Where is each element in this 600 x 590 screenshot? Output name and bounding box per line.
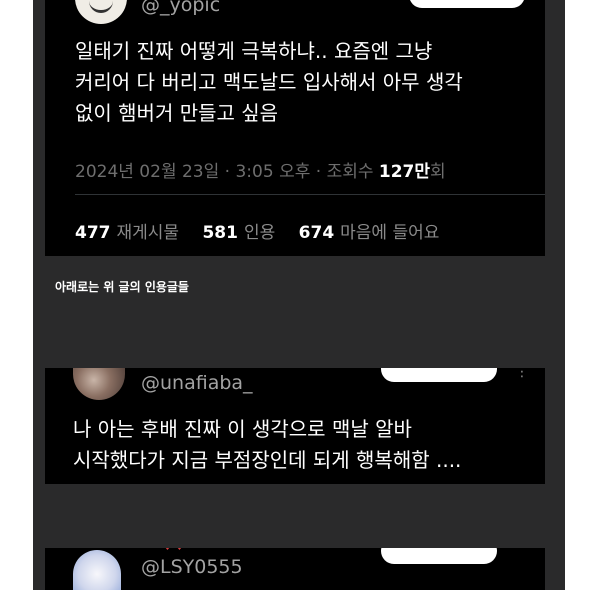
follow-button[interactable] (381, 548, 497, 564)
reposts-stat[interactable]: 477 재게시물 (75, 223, 179, 243)
post-text: 일태기 진짜 어떻게 극복하냐.. 요즘엔 그냥 커리어 다 버리고 맥도날드 … (75, 39, 463, 125)
follow-button[interactable] (381, 368, 497, 382)
original-post-card: @_yopic 일태기 진짜 어떻게 극복하냐.. 요즘엔 그냥 커리어 다 버… (45, 0, 545, 256)
quote-post-card[interactable]: ♥♥ ♥♥ @LSY0555 (45, 548, 545, 590)
post-time: 3:05 오후 (235, 162, 311, 182)
meta-separator: · (224, 162, 231, 182)
avatar[interactable] (73, 550, 121, 590)
screenshot-frame: @_yopic 일태기 진짜 어떻게 극복하냐.. 요즘엔 그냥 커리어 다 버… (33, 0, 565, 590)
follow-button[interactable] (409, 0, 525, 8)
quote-text: 나 아는 후배 진짜 이 생각으로 맥날 알바 시작했다가 지금 부점장인데 되… (73, 417, 462, 472)
views-value: 127만 (378, 162, 431, 182)
post-date: 2024년 02월 23일 (75, 162, 220, 182)
avatar-face-icon (89, 0, 113, 13)
quote-handle[interactable]: @unafiaba_ (141, 372, 253, 394)
section-caption: 아래로는 위 글의 인용글들 (55, 280, 189, 294)
quotes-stat[interactable]: 581 인용 (202, 223, 275, 243)
quote-post-card[interactable]: – @unafiaba_ ⋮ 나 아는 후배 진짜 이 생각으로 맥날 알바 시… (45, 368, 545, 484)
post-meta: 2024년 02월 23일 · 3:05 오후 · 조회수 127만회 (75, 157, 446, 182)
divider (75, 194, 545, 195)
post-stats: 477 재게시물 581 인용 674 마음에 들어요 (75, 218, 457, 243)
meta-separator: · (315, 162, 322, 182)
quote-handle[interactable]: @LSY0555 (141, 556, 243, 578)
views-label: 조회수 (326, 162, 374, 182)
post-handle[interactable]: @_yopic (141, 0, 220, 16)
views-unit: 회 (430, 162, 446, 182)
avatar[interactable] (73, 368, 125, 400)
avatar[interactable] (75, 0, 127, 24)
likes-stat[interactable]: 674 마음에 들어요 (299, 223, 440, 243)
display-name-fragment: ♥♥ ♥♥ (163, 548, 203, 550)
more-options-icon[interactable]: ⋮ (515, 368, 529, 380)
